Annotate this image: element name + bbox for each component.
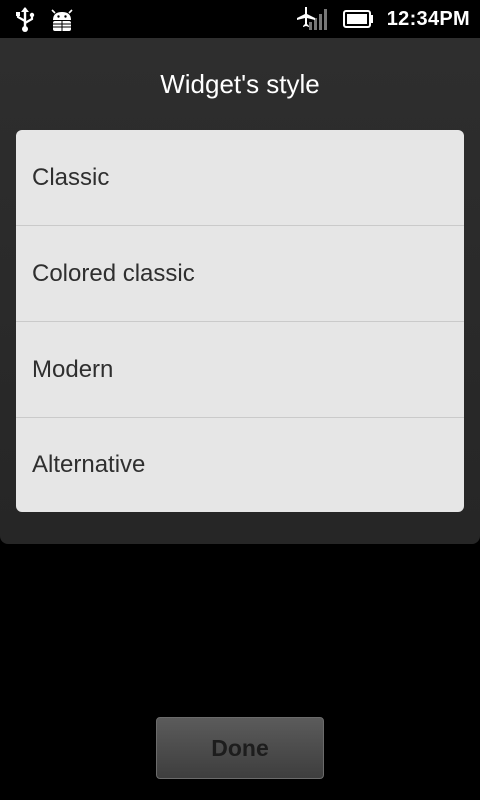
status-time: 12:34PM (386, 7, 470, 30)
option-colored-classic[interactable]: Colored classic (16, 226, 464, 322)
option-modern[interactable]: Modern (16, 322, 464, 418)
style-options-list: Classic Colored classic Modern Alternati… (16, 130, 464, 512)
screen: 12:34PM Widget's style Classic Colored c… (0, 0, 480, 800)
airplane-mode-icon (296, 7, 327, 30)
battery-icon (342, 10, 373, 28)
option-alternative[interactable]: Alternative (16, 418, 464, 512)
style-dialog: Widget's style Classic Colored classic M… (0, 38, 480, 544)
status-bar: 12:34PM (0, 0, 480, 38)
done-button[interactable]: Done (156, 717, 324, 779)
dialog-title: Widget's style (160, 69, 320, 99)
android-debug-icon (51, 9, 73, 31)
usb-icon (16, 7, 35, 32)
option-classic[interactable]: Classic (16, 130, 464, 226)
